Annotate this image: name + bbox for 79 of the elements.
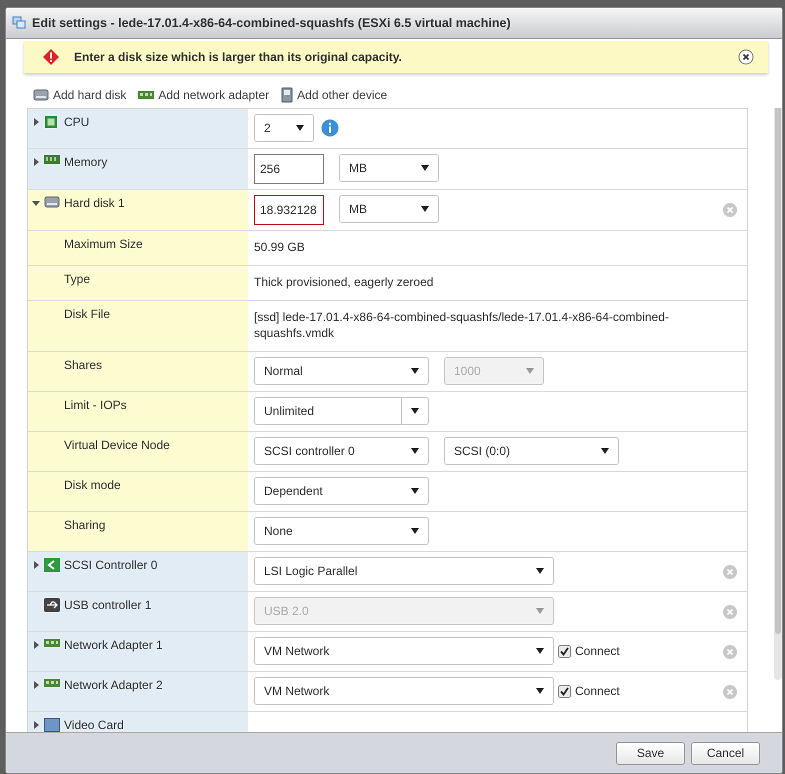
dropdown[interactable]: LSI Logic Parallel	[254, 557, 554, 585]
caret-icon	[411, 368, 419, 374]
caret-icon	[601, 448, 609, 454]
setting-label: Network Adapter 1	[64, 637, 163, 653]
expand-arrow-icon[interactable]	[32, 721, 40, 729]
caret-icon	[421, 165, 429, 171]
connect-checkbox[interactable]: Connect	[558, 644, 620, 658]
network-card-icon	[44, 638, 60, 648]
collapse-arrow-icon[interactable]	[32, 199, 40, 207]
setting-label: Video Card	[64, 717, 124, 732]
caret-icon	[536, 568, 544, 574]
dropdown[interactable]: 2	[254, 114, 314, 142]
caret-icon	[296, 125, 304, 131]
setting-label: Memory	[64, 154, 108, 170]
caret-icon	[536, 648, 544, 654]
caret-icon	[411, 488, 419, 494]
connect-checkbox[interactable]: Connect	[558, 684, 620, 698]
dropdown[interactable]: SCSI (0:0)	[444, 437, 619, 465]
setting-label: Maximum Size	[64, 236, 143, 252]
setting-value: [ssd] lede-17.01.4-x86-64-combined-squashfs/lede-17.01.4-x86-64-combined-squashfs.vmdk	[254, 309, 670, 342]
caret-icon	[536, 608, 544, 614]
dropdown[interactable]: VM Network	[254, 637, 554, 665]
expand-arrow-icon[interactable]	[32, 118, 40, 126]
memory-icon	[44, 155, 60, 165]
caret-icon	[411, 448, 419, 454]
dropdown[interactable]: Normal	[254, 357, 429, 385]
dropdown[interactable]: SCSI controller 0	[254, 437, 429, 465]
close-icon[interactable]	[738, 49, 754, 65]
usb-icon	[44, 598, 60, 612]
dropdown[interactable]: MB	[339, 195, 439, 223]
controller-icon	[44, 558, 60, 572]
network-card-icon	[44, 678, 60, 688]
dialog-button[interactable]: Save	[616, 742, 685, 764]
input-field[interactable]: 18.932128	[254, 195, 324, 225]
expand-arrow-icon[interactable]	[32, 681, 40, 689]
checkbox-icon[interactable]	[558, 644, 571, 658]
setting-label: Shares	[64, 357, 102, 373]
dropdown[interactable]: Unlimited	[254, 397, 429, 425]
error-icon	[42, 48, 60, 66]
dropdown[interactable]: MB	[339, 154, 439, 182]
dropdown[interactable]: None	[254, 517, 429, 545]
setting-value: 50.99 GB	[254, 239, 306, 256]
dialog-button[interactable]: Cancel	[691, 742, 760, 764]
setting-label: Disk File	[64, 306, 110, 322]
setting-label: Disk mode	[64, 477, 121, 493]
setting-label: SCSI Controller 0	[64, 557, 158, 573]
setting-label: Network Adapter 2	[64, 677, 163, 693]
scrollbar[interactable]	[774, 108, 782, 680]
setting-label: Sharing	[64, 517, 106, 533]
setting-label: Limit - IOPs	[64, 397, 127, 413]
setting-label: CPU	[64, 114, 90, 130]
device-icon	[281, 87, 294, 103]
toolbar-button[interactable]: Add hard disk	[33, 87, 126, 103]
dropdown[interactable]: Dependent	[254, 477, 429, 505]
setting-label: USB controller 1	[64, 597, 152, 613]
setting-label: Type	[64, 271, 90, 287]
setting-label: Hard disk 1	[64, 195, 125, 211]
setting-label: Virtual Device Node	[64, 437, 170, 453]
alert-message: Enter a disk size which is larger than its original capacity.	[74, 50, 403, 64]
expand-arrow-icon[interactable]	[32, 641, 40, 649]
checkbox-icon[interactable]	[558, 684, 571, 698]
input-field[interactable]: 256	[254, 154, 324, 184]
window-icon	[12, 16, 26, 30]
window-title: Edit settings - lede-17.01.4-x86-64-combined-squashfs (ESXi 6.5 virtual machine)	[32, 16, 511, 30]
dropdown[interactable]: VM Network	[254, 677, 554, 705]
toolbar-button[interactable]: Add other device	[281, 87, 388, 103]
monitor-icon	[44, 718, 60, 732]
info-icon[interactable]	[321, 119, 339, 137]
expand-arrow-icon[interactable]	[32, 158, 40, 166]
setting-value: Thick provisioned, eagerly zeroed	[254, 274, 434, 291]
toolbar-button[interactable]: Add network adapter	[138, 87, 270, 103]
caret-icon	[421, 206, 429, 212]
chip-icon	[44, 115, 58, 129]
caret-icon	[536, 688, 544, 694]
caret-icon	[411, 528, 419, 534]
caret-icon	[411, 408, 419, 414]
caret-icon	[526, 368, 534, 374]
network-card-icon	[138, 90, 154, 100]
expand-arrow-icon[interactable]	[32, 561, 40, 569]
